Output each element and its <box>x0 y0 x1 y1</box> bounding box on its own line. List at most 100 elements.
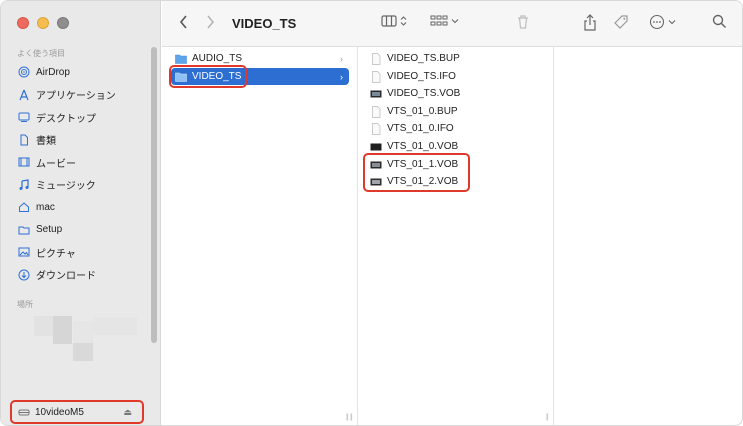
close-window-button[interactable] <box>17 17 29 29</box>
file-icon <box>370 70 382 83</box>
share-button[interactable] <box>583 14 597 32</box>
finder-window: よく使う項目 AirDrop アプリケーション デスクトップ 書類 ムービー ミ… <box>0 0 743 426</box>
list-item[interactable]: VIDEO_TS.VOB <box>370 85 548 102</box>
sidebar-item-label: ムービー <box>36 158 76 170</box>
movie-icon <box>18 156 30 168</box>
search-icon <box>712 14 727 29</box>
sidebar-item-label: アプリケーション <box>36 91 116 103</box>
sidebar-item-music[interactable]: ミュージック <box>1 174 149 197</box>
window-title: VIDEO_TS <box>232 16 297 31</box>
updown-chevron-icon <box>400 15 407 27</box>
file-icon <box>370 52 382 65</box>
sidebar-item-label: Setup <box>36 224 63 236</box>
grid-icon <box>430 14 448 28</box>
locations-heading: 場所 <box>17 300 33 309</box>
sidebar-item-setup[interactable]: Setup <box>1 219 149 242</box>
item-label: VIDEO_TS.BUP <box>387 53 460 64</box>
delete-button[interactable] <box>516 14 530 30</box>
sidebar-item-home[interactable]: mac <box>1 196 149 219</box>
drive-icon <box>18 406 30 418</box>
file-icon <box>370 122 382 135</box>
column-3 <box>554 47 742 425</box>
favorites-heading: よく使う項目 <box>17 49 65 58</box>
column-2: VIDEO_TS.BUP VIDEO_TS.IFO VIDEO_TS.VOB V… <box>346 47 554 425</box>
sidebar-item-label: ミュージック <box>36 181 96 193</box>
folder-icon <box>18 224 30 236</box>
more-actions-button[interactable] <box>649 14 676 30</box>
eject-icon[interactable]: ⏏ <box>123 407 132 418</box>
chevron-left-icon <box>178 14 190 30</box>
group-button[interactable] <box>430 14 459 28</box>
item-label: VIDEO_TS.VOB <box>387 88 461 99</box>
column-resize-handle[interactable]: || <box>346 414 348 421</box>
download-icon <box>18 269 30 281</box>
redacted-block <box>93 317 137 335</box>
forward-button[interactable] <box>204 14 216 30</box>
chevron-right-icon <box>204 14 216 30</box>
item-label: VTS_01_0.BUP <box>387 106 458 117</box>
columns-view-icon <box>381 14 397 28</box>
sidebar-item-label: 書類 <box>36 136 56 148</box>
sidebar-item-pictures[interactable]: ピクチャ <box>1 241 149 264</box>
column-resize-handle[interactable]: || <box>350 414 352 421</box>
sidebar-item-device[interactable]: 10videoM5 ⏏ <box>10 400 144 424</box>
chevron-right-icon: › <box>340 71 343 82</box>
sidebar-item-documents[interactable]: 書類 <box>1 129 149 152</box>
highlight-box <box>363 153 470 192</box>
sidebar-item-label: mac <box>36 201 55 213</box>
airdrop-icon <box>18 66 30 78</box>
sidebar-item-label: AirDrop <box>36 66 70 78</box>
pictures-icon <box>18 246 30 258</box>
home-icon <box>18 201 30 213</box>
chevron-down-icon <box>668 18 676 26</box>
ellipsis-circle-icon <box>649 14 665 30</box>
folder-icon <box>175 53 187 65</box>
file-icon <box>370 105 382 118</box>
sidebar-item-movies[interactable]: ムービー <box>1 151 149 174</box>
document-icon <box>18 134 30 146</box>
sidebar-item-desktop[interactable]: デスクトップ <box>1 106 149 129</box>
sidebar-item-airdrop[interactable]: AirDrop <box>1 61 149 84</box>
redacted-block <box>73 343 93 361</box>
list-item[interactable]: VTS_01_0.IFO <box>370 120 548 137</box>
item-label: VTS_01_0.IFO <box>387 123 454 134</box>
video-file-icon <box>370 141 382 153</box>
highlight-box <box>169 65 247 88</box>
device-label: 10videoM5 <box>35 406 84 418</box>
sidebar: よく使う項目 AirDrop アプリケーション デスクトップ 書類 ムービー ミ… <box>1 1 161 425</box>
sidebar-item-label: ピクチャ <box>36 248 76 260</box>
share-icon <box>583 14 597 32</box>
video-file-icon <box>370 88 382 100</box>
list-item[interactable]: VIDEO_TS.BUP <box>370 50 548 67</box>
trash-icon <box>516 14 530 30</box>
window-controls <box>17 17 69 29</box>
item-label: AUDIO_TS <box>192 53 243 64</box>
back-button[interactable] <box>178 14 190 30</box>
redacted-block <box>73 321 93 343</box>
tag-button[interactable] <box>613 14 629 30</box>
item-label: VTS_01_0.VOB <box>387 141 459 152</box>
favorites-list: AirDrop アプリケーション デスクトップ 書類 ムービー ミュージック m… <box>1 61 149 286</box>
sidebar-item-applications[interactable]: アプリケーション <box>1 84 149 107</box>
chevron-right-icon: › <box>340 53 343 64</box>
list-item[interactable]: VIDEO_TS.IFO <box>370 68 548 85</box>
applications-icon <box>18 89 30 101</box>
desktop-icon <box>18 111 30 123</box>
view-mode-button[interactable] <box>381 14 407 28</box>
sidebar-item-label: デスクトップ <box>36 113 96 125</box>
column-1: AUDIO_TS › VIDEO_TS › || <box>162 47 358 425</box>
music-icon <box>18 179 30 191</box>
column-resize-handle[interactable]: || <box>546 414 548 421</box>
minimize-window-button[interactable] <box>37 17 49 29</box>
redacted-block <box>53 316 72 344</box>
sidebar-item-downloads[interactable]: ダウンロード <box>1 264 149 287</box>
item-label: VIDEO_TS.IFO <box>387 71 456 82</box>
list-item[interactable]: VTS_01_0.BUP <box>370 103 548 120</box>
zoom-window-button[interactable] <box>57 17 69 29</box>
toolbar: VIDEO_TS <box>162 1 742 47</box>
sidebar-scrollbar[interactable] <box>151 47 157 343</box>
tag-icon <box>613 14 629 30</box>
chevron-down-icon <box>451 17 459 25</box>
sidebar-item-label: ダウンロード <box>36 271 96 283</box>
search-button[interactable] <box>712 14 727 29</box>
